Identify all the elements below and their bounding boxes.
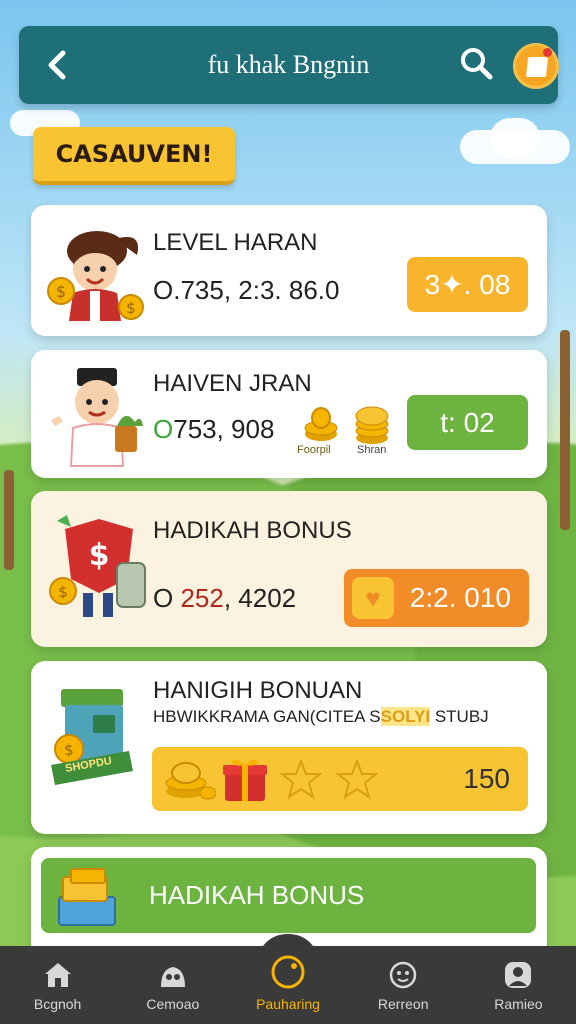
badge-value: 2:2. 010 [409,582,511,613]
value-rest: , 4202 [223,583,297,613]
value-prefix: O [153,414,174,444]
heart-icon: ♥ [352,577,394,619]
reward-badge[interactable]: t: 02 [407,395,528,450]
community-icon [156,958,190,992]
home-icon [41,958,75,992]
coin-stack-icon [165,762,216,800]
notification-avatar-icon[interactable] [513,43,559,89]
nav-item-profile[interactable]: Ramieo [461,946,576,1024]
coin-label: Foorpil [297,444,331,456]
svg-text:$: $ [64,741,74,759]
star-icon [336,759,378,799]
star-icon [280,759,322,799]
palm-tree-trunk [560,330,570,530]
gift-box-coins-icon: $ [51,689,133,785]
search-icon[interactable] [457,44,497,84]
reward-card-hanigih[interactable]: $ SHOPDU HANIGIH BONUAN HBWIKKRAMA GAN(C… [31,661,547,834]
card-title: HAIVEN JRAN [153,370,312,397]
banner-title: HADIKAH BONUS [149,880,365,910]
nav-item-center[interactable]: Pauharing [230,946,345,1024]
nav-label: Ramieo [494,996,543,1012]
nav-item-face[interactable]: Rerreon [346,946,461,1024]
nav-label: Rerreon [377,996,429,1012]
bottom-navigation: Bcgnoh Cemoao Pauharing Rerreon Ramieo [0,946,576,1024]
svg-text:$: $ [58,583,68,601]
card-value: O753, 908 [153,414,274,445]
coin-stack-icon [304,407,338,441]
reward-value: 150 [463,763,510,794]
value-highlight: 252 [180,583,224,613]
notification-dot [543,48,552,57]
nav-item-home[interactable]: Bcgnoh [0,946,115,1024]
nav-label: Cemoao [146,996,200,1012]
nav-label: Pauharing [256,996,320,1012]
coin-stack-icon [355,406,389,444]
note-icon [525,57,549,77]
subtitle-highlight: SOLYI [380,707,431,726]
value-prefix: O [153,583,174,613]
nav-label: Bcgnoh [33,996,82,1012]
reward-card-haiven[interactable]: HAIVEN JRAN O753, 908 Foorpil Shran t: 0… [31,350,547,478]
gold-bars-icon [58,868,116,926]
svg-text:$: $ [89,538,110,573]
value-number: 753, 908 [173,414,275,444]
svg-text:$: $ [126,299,136,317]
gift-icon [223,759,267,801]
money-bag-character-icon: $ $ [49,515,146,617]
reward-strip[interactable]: 150 [152,747,528,811]
app-header: fu khak Bngnin [19,26,559,104]
card-title: HADIKAH BONUS [153,517,352,544]
section-tag[interactable]: CASAUVEN! [33,127,235,185]
subtitle-start: HBWIKKRAMA GAN(CITEA S [153,707,381,726]
character-gift-icon [51,368,143,467]
card-value: O.735, 2:3. 86.0 [153,275,340,305]
center-circle-icon [268,952,308,992]
reward-badge[interactable]: ♥ 2:2. 010 [344,569,529,627]
profile-icon [501,958,535,992]
reward-card-level[interactable]: $ $ LEVEL HARAN O.735, 2:3. 86.0 3✦. 08 [31,205,547,336]
svg-text:$: $ [56,282,66,301]
palm-tree-trunk [4,470,14,570]
reward-badge[interactable]: 3✦. 08 [407,257,528,312]
card-value: O 252, 4202 [153,583,296,614]
face-icon [386,958,420,992]
coin-label: Shran [357,444,387,456]
card-subtitle: HBWIKKRAMA GAN(CITEA SSOLYI STUBJ [153,707,489,727]
subtitle-end: STUBJ [430,707,489,726]
cloud [490,118,540,158]
card-title: LEVEL HARAN [153,229,318,256]
card-title: HANIGIH BONUAN [153,677,363,704]
nav-item-community[interactable]: Cemoao [115,946,230,1024]
character-coins-icon: $ $ [47,231,144,321]
reward-card-hadikah[interactable]: $ $ HADIKAH BONUS O 252, 4202 ♥ 2:2. 010 [31,491,547,647]
